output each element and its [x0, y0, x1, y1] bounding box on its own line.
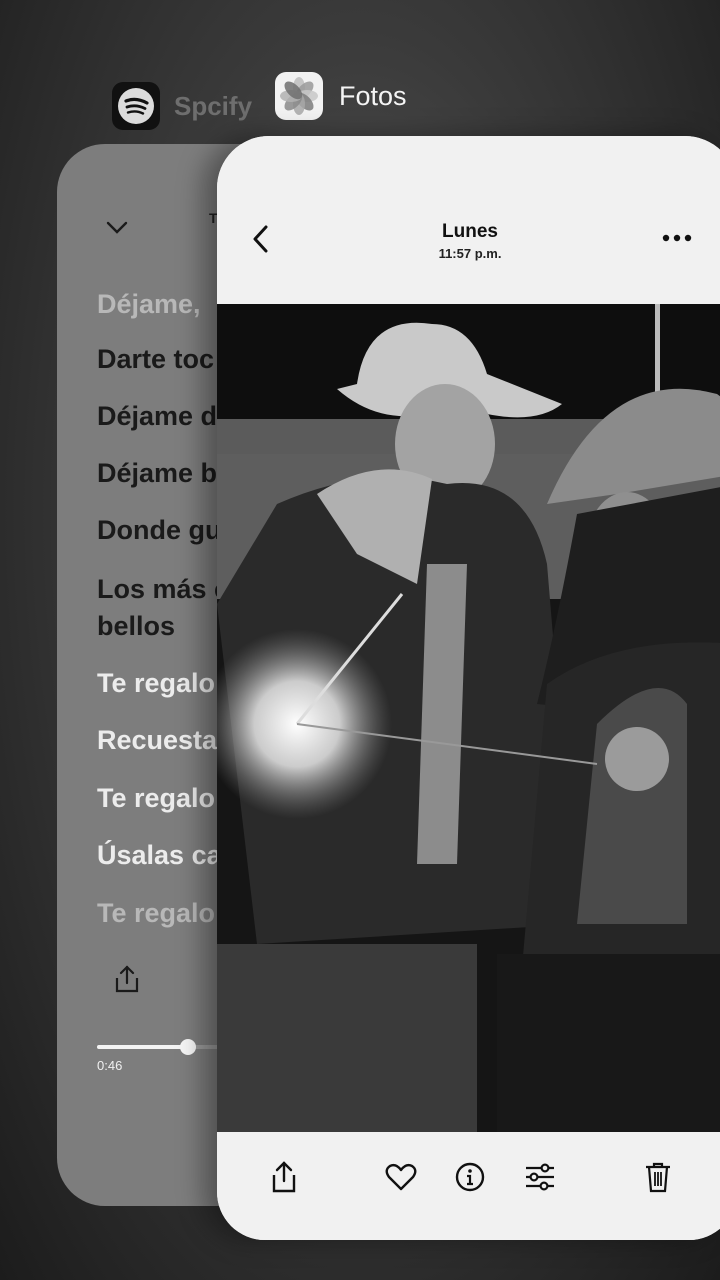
- photos-app-card[interactable]: Lunes 11:57 p.m.: [217, 136, 720, 1240]
- lyric-line: Úsalas ca: [97, 840, 222, 870]
- progress-handle[interactable]: [180, 1039, 196, 1055]
- spotify-app-label[interactable]: Spcify: [112, 82, 252, 130]
- more-options-icon[interactable]: [661, 230, 693, 248]
- lyric-line: Darte toc: [97, 344, 215, 374]
- lyric-line: Déjame d: [97, 401, 218, 431]
- heart-icon[interactable]: [378, 1154, 424, 1200]
- elapsed-time: 0:46: [97, 1058, 123, 1073]
- photo-toolbar: [217, 1132, 720, 1240]
- lyric-line: Los más c: [97, 574, 230, 604]
- lyric-line: Déjame,: [97, 289, 201, 319]
- trash-icon[interactable]: [635, 1154, 681, 1200]
- info-icon[interactable]: [447, 1154, 493, 1200]
- lyric-line: Te regalo: [97, 898, 216, 928]
- chevron-down-icon[interactable]: [105, 220, 129, 241]
- lyric-line: Te regalo: [97, 783, 216, 813]
- photo-header: Lunes 11:57 p.m.: [217, 136, 720, 304]
- share-icon[interactable]: [113, 964, 141, 999]
- lyric-line: bellos: [97, 611, 176, 641]
- progress-fill: [97, 1045, 188, 1049]
- photo-view[interactable]: [217, 304, 720, 1132]
- photos-icon: [275, 72, 323, 120]
- lyric-line: Déjame b: [97, 458, 218, 488]
- photo-date-title: Lunes: [442, 221, 498, 242]
- lyric-line: Te regalo: [97, 668, 216, 698]
- photos-app-label[interactable]: Fotos: [275, 72, 407, 120]
- photos-app-name: Fotos: [339, 80, 407, 111]
- lyric-line: Recuesta: [97, 725, 218, 755]
- adjust-icon[interactable]: [517, 1154, 563, 1200]
- lyric-line: Donde gu: [97, 515, 222, 545]
- spotify-app-name: Spcify: [174, 90, 253, 121]
- photo-time-subtitle: 11:57 p.m.: [438, 246, 502, 261]
- share-icon[interactable]: [261, 1154, 307, 1200]
- spotify-icon: [112, 82, 160, 130]
